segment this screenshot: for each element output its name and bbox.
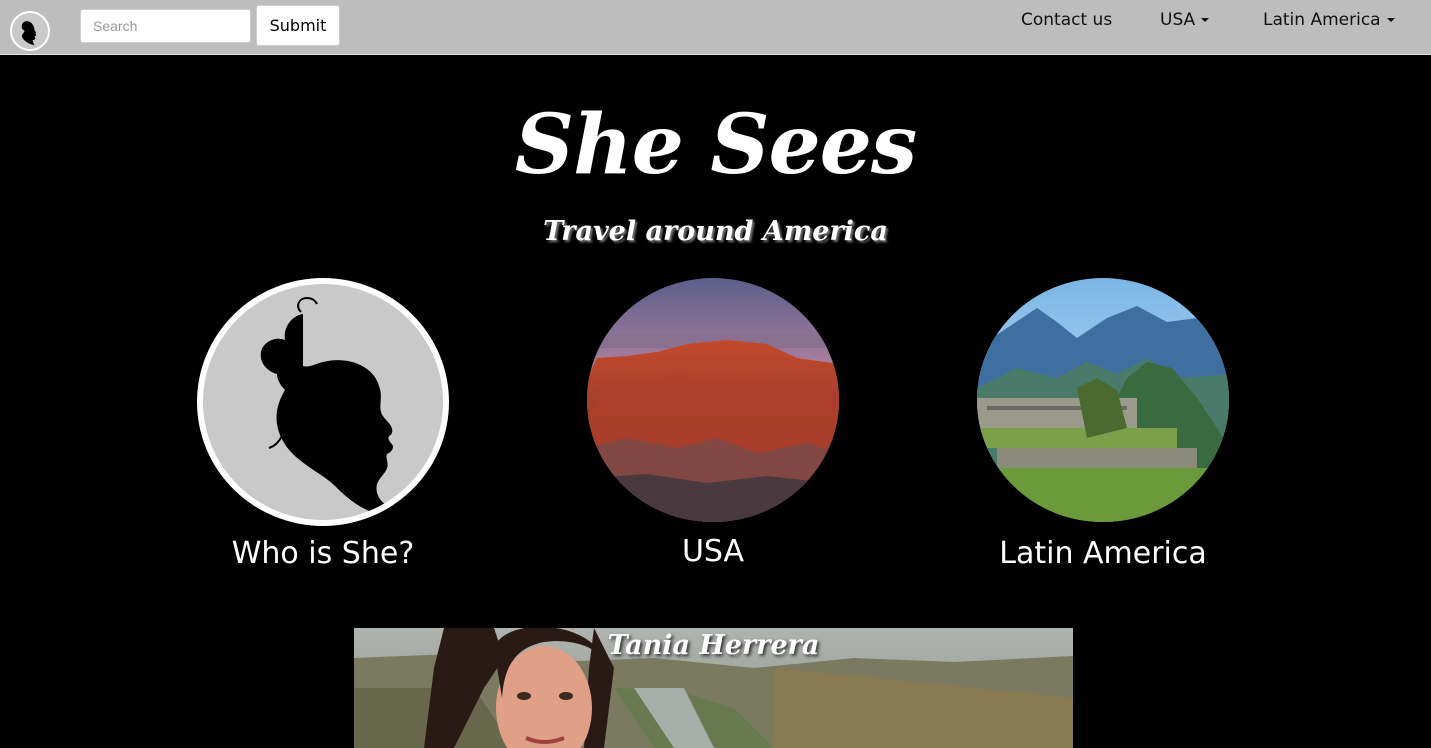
caret-down-icon (1386, 18, 1395, 22)
contact-us-link[interactable]: Contact us (1021, 10, 1112, 32)
grand-canyon-photo[interactable] (587, 278, 839, 522)
navbar: Submit Contact us USA Latin America (0, 0, 1431, 55)
latin-america-dropdown[interactable]: Latin America (1263, 10, 1395, 32)
who-is-she-label[interactable]: Who is She? (173, 536, 473, 571)
latin-america-label[interactable]: Latin America (953, 536, 1253, 571)
who-is-she-card[interactable]: Who is She? (173, 278, 473, 578)
machu-picchu-photo[interactable] (977, 278, 1229, 522)
site-subtitle: Travel around America (543, 216, 888, 247)
site-title: She Sees (514, 97, 917, 193)
tania-herrera-photo[interactable]: Tania Herrera (354, 628, 1073, 748)
feature-name: Tania Herrera (607, 630, 820, 661)
caret-down-icon (1201, 18, 1210, 22)
usa-card[interactable]: USA (563, 278, 863, 578)
latin-america-card[interactable]: Latin America (953, 278, 1253, 578)
woman-silhouette-icon[interactable] (197, 278, 449, 526)
usa-dropdown[interactable]: USA (1160, 10, 1210, 32)
contact-us-label: Contact us (1021, 10, 1113, 30)
latin-america-dropdown-label: Latin America (1263, 10, 1381, 30)
search-input[interactable] (80, 9, 251, 43)
woman-silhouette-icon[interactable] (10, 11, 50, 51)
usa-label[interactable]: USA (563, 534, 863, 569)
submit-button[interactable]: Submit (256, 5, 340, 46)
usa-dropdown-label: USA (1160, 10, 1196, 30)
